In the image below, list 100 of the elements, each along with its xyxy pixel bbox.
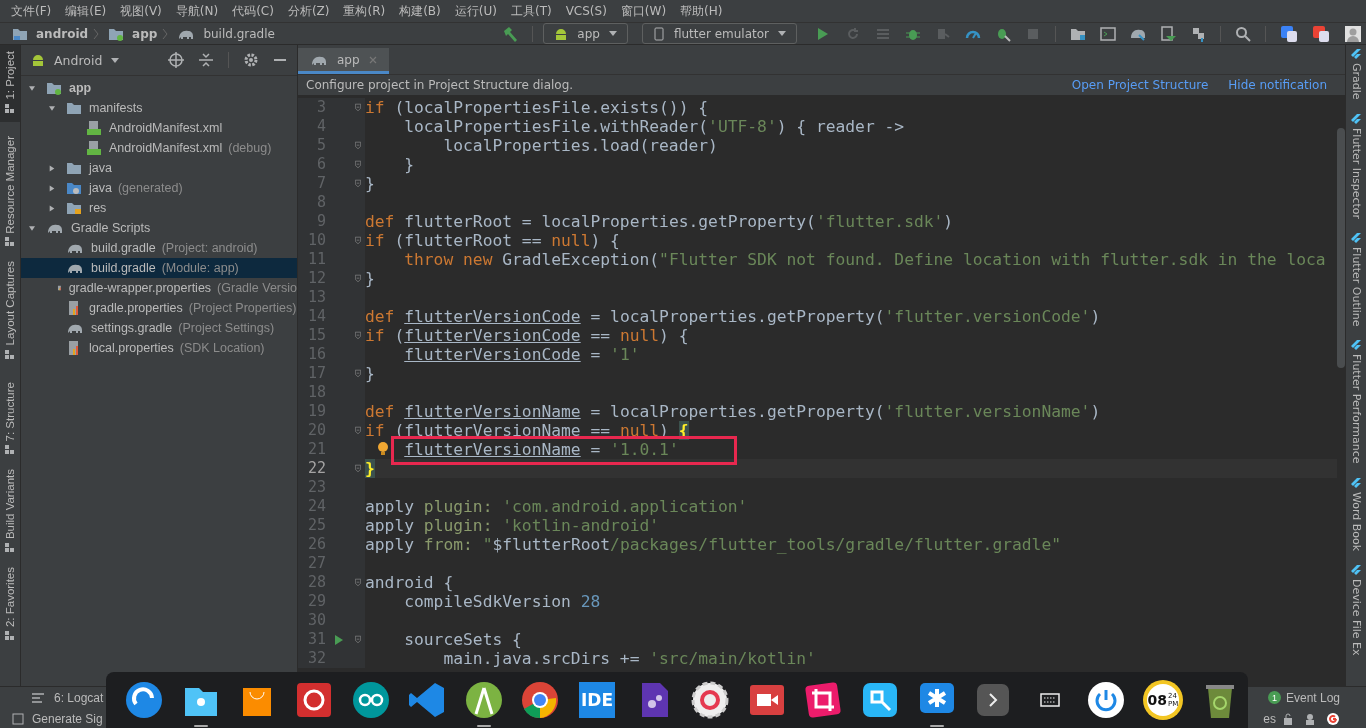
- infinity-icon[interactable]: [350, 680, 391, 720]
- code-line: def flutterVersionCode = localProperties.getProperty('flutter.versionCode'): [365, 307, 1101, 326]
- fold-marker-icon[interactable]: [355, 159, 361, 170]
- line-number: 22: [306, 459, 326, 478]
- power-icon[interactable]: [1086, 680, 1127, 720]
- settings-icon[interactable]: [243, 52, 259, 68]
- tree-item[interactable]: AndroidManifest.xml: [21, 118, 297, 138]
- expanded-arrow-icon: [29, 223, 35, 233]
- tool-window-tab[interactable]: Build Variants: [0, 463, 20, 562]
- fold-marker-icon[interactable]: [355, 425, 361, 436]
- run-configuration-dropdown[interactable]: app: [543, 23, 628, 44]
- tool-window-tab[interactable]: Flutter Performance: [1346, 340, 1366, 464]
- squares-icon: [5, 631, 15, 642]
- menu-item[interactable]: 视图(V): [113, 2, 169, 20]
- fold-marker-icon[interactable]: [355, 235, 361, 246]
- chrome-icon[interactable]: [520, 680, 561, 720]
- menu-item[interactable]: 窗口(W): [613, 2, 674, 20]
- tool-window-tab[interactable]: Resource Manager: [0, 129, 20, 256]
- g-logo-icon[interactable]: [1326, 711, 1340, 726]
- caret-icon: [778, 31, 786, 36]
- translate-icon[interactable]: [1280, 24, 1298, 43]
- tool-window-tab[interactable]: 7: Structure: [0, 375, 20, 464]
- crosshair-icon[interactable]: [168, 52, 184, 68]
- tree-item[interactable]: build.gradle (Module: app): [21, 258, 297, 278]
- notification-link[interactable]: Hide notification: [1228, 78, 1327, 92]
- device-dropdown[interactable]: flutter emulator: [641, 23, 797, 44]
- menu-item[interactable]: 重构(R): [336, 2, 393, 20]
- editor-tab[interactable]: app: [298, 48, 389, 74]
- run-arrow-icon[interactable]: [333, 634, 344, 645]
- fold-marker-icon[interactable]: [355, 634, 361, 645]
- app-icon[interactable]: IDE: [579, 682, 616, 718]
- fold-marker-icon[interactable]: [355, 140, 361, 151]
- code-line: }: [365, 364, 375, 383]
- swirl-icon[interactable]: [124, 680, 165, 720]
- fold-marker-icon[interactable]: [355, 330, 361, 341]
- menu-item[interactable]: 代码(C): [225, 2, 281, 20]
- event-log-tab[interactable]: 1 Event Log: [1267, 690, 1340, 705]
- squares-icon: [5, 237, 15, 248]
- menu-item[interactable]: 运行(U): [447, 2, 504, 20]
- lock-icon[interactable]: [1282, 712, 1294, 725]
- fold-marker-icon[interactable]: [355, 273, 361, 284]
- fold-marker-icon[interactable]: [355, 102, 361, 113]
- breadcrumb-link[interactable]: android: [36, 26, 89, 41]
- tree-item[interactable]: Gradle Scripts: [21, 218, 297, 238]
- tree-item[interactable]: app: [21, 78, 297, 98]
- tool-window-tab[interactable]: Gradle: [1346, 49, 1366, 100]
- menu-item[interactable]: 导航(N): [168, 2, 226, 20]
- tree-item[interactable]: java (generated): [21, 178, 297, 198]
- cubes-icon[interactable]: [1190, 25, 1206, 42]
- code-line: if (flutterRoot == null) {: [365, 231, 620, 250]
- generate-tab[interactable]: Generate Sig: [8, 711, 103, 726]
- scrollbar-thumb[interactable]: [1337, 128, 1345, 368]
- menu-item[interactable]: 编辑(E): [58, 2, 114, 20]
- code-line: apply from: "$flutterRoot/packages/flutter_tools/gradle/flutter.gradle": [365, 535, 1061, 554]
- tree-item[interactable]: local.properties (SDK Location): [21, 338, 297, 358]
- tree-item[interactable]: build.gradle (Project: android): [21, 238, 297, 258]
- menu-item[interactable]: 构建(B): [392, 2, 448, 20]
- tool-window-tab[interactable]: Device File Ex: [1346, 564, 1366, 656]
- terminal-window-icon[interactable]: [1100, 25, 1116, 42]
- flutter-icon: [1351, 564, 1361, 575]
- tree-item[interactable]: settings.gradle (Project Settings): [21, 318, 297, 338]
- chevron-icon: [93, 27, 100, 40]
- device-download-icon[interactable]: [1160, 25, 1176, 42]
- tool-window-tab[interactable]: Word Book: [1346, 477, 1366, 551]
- lightbulb-icon[interactable]: [377, 442, 389, 456]
- tree-item[interactable]: res: [21, 198, 297, 218]
- tree-item[interactable]: gradle.properties (Project Properties): [21, 298, 297, 318]
- avatar-icon[interactable]: [1344, 24, 1362, 43]
- tool-window-tab[interactable]: 2: Favorites: [0, 561, 20, 650]
- tool-window-tab[interactable]: Flutter Inspector: [1346, 113, 1366, 219]
- fold-marker-icon[interactable]: [355, 178, 361, 189]
- tool-window-tab[interactable]: 1: Project: [0, 45, 20, 122]
- tool-window-tab[interactable]: Flutter Outline: [1346, 232, 1366, 327]
- search-icon[interactable]: [1235, 25, 1251, 42]
- notification-link[interactable]: Open Project Structure: [1071, 78, 1209, 92]
- menu-item[interactable]: 文件(F): [4, 2, 59, 20]
- menu-item[interactable]: VCS(S): [558, 4, 614, 18]
- hammer-icon[interactable]: [502, 25, 519, 42]
- tree-item[interactable]: java: [21, 158, 297, 178]
- logcat-tab[interactable]: 6: Logcat: [28, 690, 104, 705]
- fold-marker-icon[interactable]: [355, 577, 361, 588]
- menu-item[interactable]: 分析(Z): [280, 2, 337, 20]
- caret-icon: [111, 57, 120, 63]
- collapse-icon[interactable]: [198, 52, 214, 68]
- squares-icon: [5, 103, 15, 114]
- menu-item[interactable]: 帮助(H): [673, 2, 730, 20]
- project-view-dropdown[interactable]: Android: [27, 52, 124, 68]
- tree-item[interactable]: AndroidManifest.xml (debug): [21, 138, 297, 158]
- fold-marker-icon[interactable]: [355, 463, 361, 474]
- translate-icon[interactable]: [1312, 24, 1330, 43]
- tool-window-tab[interactable]: Layout Captures: [0, 255, 20, 368]
- tree-item[interactable]: gradle-wrapper.properties (Gradle Versio: [21, 278, 297, 298]
- manifest-file-icon: [86, 140, 102, 156]
- compass-icon[interactable]: [463, 680, 504, 720]
- gear-icon[interactable]: [690, 680, 731, 720]
- tree-item[interactable]: manifests: [21, 98, 297, 118]
- menu-item[interactable]: 工具(T): [503, 2, 559, 20]
- breadcrumb-link[interactable]: app: [132, 26, 158, 41]
- fold-marker-icon[interactable]: [355, 368, 361, 379]
- breadcrumb-link[interactable]: build.gradle: [203, 26, 275, 41]
